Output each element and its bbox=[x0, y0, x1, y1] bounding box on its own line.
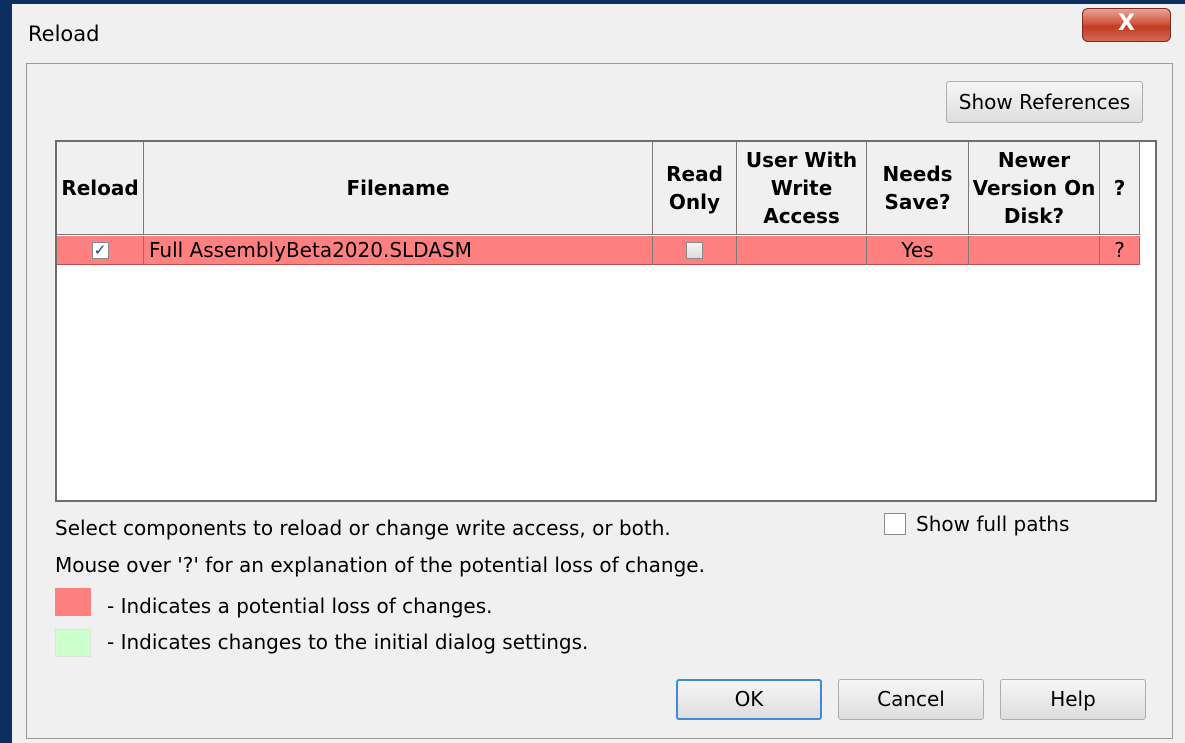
header-read-only[interactable]: Read Only bbox=[653, 142, 737, 235]
changed-settings-swatch bbox=[55, 629, 91, 657]
newer-version-cell bbox=[969, 236, 1100, 265]
show-references-button[interactable]: Show References bbox=[946, 81, 1143, 123]
header-user-with-write-access[interactable]: User With Write Access bbox=[737, 142, 867, 235]
loss-of-changes-legend: - Indicates a potential loss of changes. bbox=[107, 594, 493, 618]
show-full-paths-option[interactable]: Show full paths bbox=[884, 512, 1069, 536]
header-explain[interactable]: ? bbox=[1100, 142, 1140, 235]
table-header: Reload Filename Read Only User With Writ… bbox=[57, 142, 1140, 235]
hint-text: Mouse over '?' for an explanation of the… bbox=[55, 553, 705, 577]
ok-button[interactable]: OK bbox=[676, 679, 822, 720]
header-newer-version-on-disk[interactable]: Newer Version On Disk? bbox=[969, 142, 1100, 235]
changed-settings-legend: - Indicates changes to the initial dialo… bbox=[107, 630, 589, 654]
close-icon: X bbox=[1118, 11, 1135, 36]
write-access-cell bbox=[737, 236, 867, 265]
filename-cell: Full AssemblyBeta2020.SLDASM bbox=[144, 236, 653, 265]
reload-checkbox[interactable]: ✓ bbox=[91, 240, 109, 259]
header-reload[interactable]: Reload bbox=[57, 142, 144, 235]
table-row[interactable]: ✓ Full AssemblyBeta2020.SLDASM Yes ? bbox=[57, 236, 1140, 265]
read-only-cell bbox=[653, 236, 737, 265]
dialog-title: Reload bbox=[28, 22, 100, 46]
check-icon: ✓ bbox=[93, 240, 107, 259]
close-button[interactable]: X bbox=[1082, 8, 1171, 42]
header-filename[interactable]: Filename bbox=[144, 142, 653, 235]
title-bar[interactable]: Reload X bbox=[12, 4, 1185, 58]
show-full-paths-checkbox[interactable] bbox=[884, 513, 906, 535]
cancel-button[interactable]: Cancel bbox=[838, 679, 984, 720]
help-button[interactable]: Help bbox=[1000, 679, 1146, 720]
explain-cell[interactable]: ? bbox=[1100, 236, 1140, 265]
needs-save-cell: Yes bbox=[867, 236, 969, 265]
reload-cell: ✓ bbox=[57, 236, 144, 265]
reload-table: Reload Filename Read Only User With Writ… bbox=[55, 140, 1157, 502]
header-needs-save[interactable]: Needs Save? bbox=[867, 142, 969, 235]
loss-of-changes-swatch bbox=[55, 588, 91, 616]
reload-dialog: Reload X Show References Reload Filename… bbox=[12, 4, 1185, 743]
show-full-paths-label[interactable]: Show full paths bbox=[916, 512, 1069, 536]
instruction-text: Select components to reload or change wr… bbox=[55, 516, 671, 540]
read-only-checkbox[interactable] bbox=[686, 241, 703, 259]
